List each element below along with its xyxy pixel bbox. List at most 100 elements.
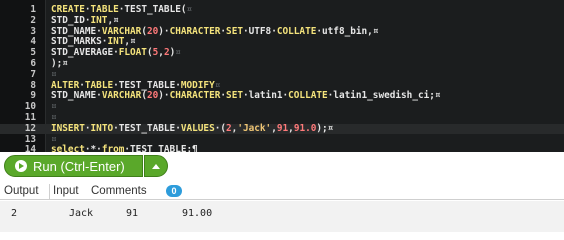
sql-keyword: CHARACTER <box>169 90 221 102</box>
sql-keyword: TABLE <box>90 4 119 15</box>
sql-token: STD_ID· <box>51 14 91 26</box>
code-text: INSERT·INTO·TEST_TABLE·VALUES·(2,'Jack',… <box>51 122 334 134</box>
code-line[interactable]: 9 STD_NAME·VARCHAR(20)·CHARACTER·SET·lati… <box>0 91 564 101</box>
sql-number: 20 <box>146 90 159 102</box>
sql-token: );¤ <box>316 122 334 134</box>
code-line[interactable]: 7 ¤ <box>0 68 564 80</box>
code-text: CREATE·TABLE·TEST_TABLE(¤ <box>51 5 192 15</box>
sql-keyword: INT <box>90 14 108 26</box>
tab-comments[interactable]: Comments <box>91 184 147 198</box>
line-number: 9 <box>30 90 36 102</box>
line-number: 3 <box>30 25 36 37</box>
code-line[interactable]: 3 STD_NAME·VARCHAR(20)·CHARACTER·SET·UTF8… <box>0 25 564 37</box>
sql-keyword: VARCHAR <box>101 25 142 37</box>
sql-token: ·latin1_swedish_ci;¤ <box>327 90 441 102</box>
code-text: ¤ <box>51 102 57 112</box>
line-number: 7 <box>30 68 36 80</box>
sql-token: ¤ <box>51 68 57 80</box>
sql-keyword: INTO <box>90 122 114 134</box>
tab-divider <box>49 184 50 199</box>
code-editor[interactable]: 1 CREATE·TABLE·TEST_TABLE(¤ 2 STD_ID·INT,¤ 3… <box>0 0 564 155</box>
sql-token: STD_AVERAGE· <box>51 47 119 59</box>
run-options-dropdown-button[interactable] <box>144 155 168 177</box>
line-number: 10 <box>24 101 36 113</box>
sql-token: ·( <box>214 122 227 134</box>
line-number: 11 <box>24 112 36 123</box>
code-text: ¤ <box>51 133 57 145</box>
sql-token: ¤ <box>186 4 193 15</box>
sql-token: ,¤ <box>107 14 119 26</box>
sql-keyword: COLLATE <box>288 90 328 102</box>
code-text: STD_NAME·VARCHAR(20)·CHARACTER·SET·UTF8·… <box>51 25 379 37</box>
sql-token: ·TEST_TABLE· <box>113 79 181 91</box>
line-number: 2 <box>30 14 36 26</box>
output-panel: 2 Jack 91 91.00 <box>0 201 564 232</box>
code-line[interactable]: 2 STD_ID·INT,¤ <box>0 14 564 26</box>
run-button[interactable]: Run (Ctrl-Enter) <box>4 155 143 177</box>
sql-keyword: SET <box>226 90 243 102</box>
sql-token: ¤ <box>175 47 181 59</box>
line-number: 4 <box>30 36 36 48</box>
sql-keyword: FLOAT <box>118 47 147 59</box>
line-number: 8 <box>30 79 36 91</box>
sql-token: ¤ <box>51 101 57 113</box>
result-tabs: Output Input Comments <box>0 182 564 200</box>
output-cell-name: Jack <box>69 208 94 219</box>
sql-keyword: INT <box>107 36 125 48</box>
output-cell-marks: 91 <box>126 208 139 219</box>
sql-keyword: VARCHAR <box>101 90 142 102</box>
sql-token: STD_NAME· <box>51 25 102 37</box>
code-line[interactable]: 8 ALTER·TABLE·TEST_TABLE·MODIFY¤ <box>0 79 564 91</box>
sql-token: ¤ <box>51 112 57 123</box>
code-line[interactable]: 1 CREATE·TABLE·TEST_TABLE(¤ <box>0 5 564 15</box>
sql-keyword: TABLE <box>84 79 114 91</box>
sql-token: ·TEST_TABLE( <box>118 4 187 15</box>
code-line[interactable]: 6 );¤ <box>0 59 564 69</box>
comments-count-badge: 0 <box>166 185 182 197</box>
line-number: 1 <box>30 4 36 15</box>
line-number: 12 <box>24 122 36 134</box>
sql-keyword: COLLATE <box>276 25 317 37</box>
sql-token: )· <box>158 25 170 37</box>
sql-keyword: ALTER <box>51 79 80 91</box>
sql-token: ·utf8_bin,¤ <box>316 25 379 37</box>
play-circle-icon <box>15 160 27 172</box>
sql-string: 'Jack' <box>237 122 272 134</box>
sql-token: STD_NAME· <box>51 90 102 102</box>
code-line[interactable]: 13 ¤ <box>0 133 564 145</box>
code-text: ALTER·TABLE·TEST_TABLE·MODIFY¤ <box>51 79 221 91</box>
sql-number: 91 <box>276 122 289 134</box>
line-number: 13 <box>24 133 36 145</box>
code-line[interactable]: 10 ¤ <box>0 102 564 112</box>
tab-input[interactable]: Input <box>53 184 79 198</box>
output-cell-average: 91.00 <box>182 208 213 219</box>
code-line[interactable]: 11 ¤ <box>0 113 564 123</box>
sql-token: ¤ <box>51 133 57 145</box>
run-button-label: Run (Ctrl-Enter) <box>33 158 125 174</box>
sql-number: 20 <box>146 25 159 37</box>
chevron-up-icon <box>152 163 160 169</box>
line-number: 5 <box>30 47 36 59</box>
code-text: STD_MARKS·INT,¤ <box>51 37 136 47</box>
sql-token: ·TEST_TABLE· <box>113 122 181 134</box>
code-text: ¤ <box>51 113 57 123</box>
sql-keyword: VALUES <box>180 122 215 134</box>
sql-keyword: MODIFY <box>180 79 215 91</box>
sql-keyword: CREATE <box>51 4 85 15</box>
tab-output[interactable]: Output <box>4 184 39 198</box>
code-line[interactable]: 12 INSERT·INTO·TEST_TABLE·VALUES·(2,'Jack… <box>0 122 564 134</box>
line-number: 6 <box>30 58 36 69</box>
code-text: STD_ID·INT,¤ <box>51 14 119 26</box>
code-line[interactable]: 5 STD_AVERAGE·FLOAT(5,2)¤ <box>0 48 564 58</box>
code-text: STD_AVERAGE·FLOAT(5,2)¤ <box>51 48 181 58</box>
sql-keyword: INSERT <box>51 122 85 134</box>
sql-token: );¤ <box>51 58 68 69</box>
sql-token: ,¤ <box>124 36 136 48</box>
sql-token: ·UTF8· <box>242 25 277 37</box>
code-text: STD_NAME·VARCHAR(20)·CHARACTER·SET·latin… <box>51 91 441 101</box>
sql-token: ¤ <box>214 79 221 91</box>
sql-token: ·latin1· <box>242 90 289 102</box>
code-text: );¤ <box>51 59 68 69</box>
code-line[interactable]: 4 STD_MARKS·INT,¤ <box>0 37 564 47</box>
sql-keyword: SET <box>226 25 243 37</box>
